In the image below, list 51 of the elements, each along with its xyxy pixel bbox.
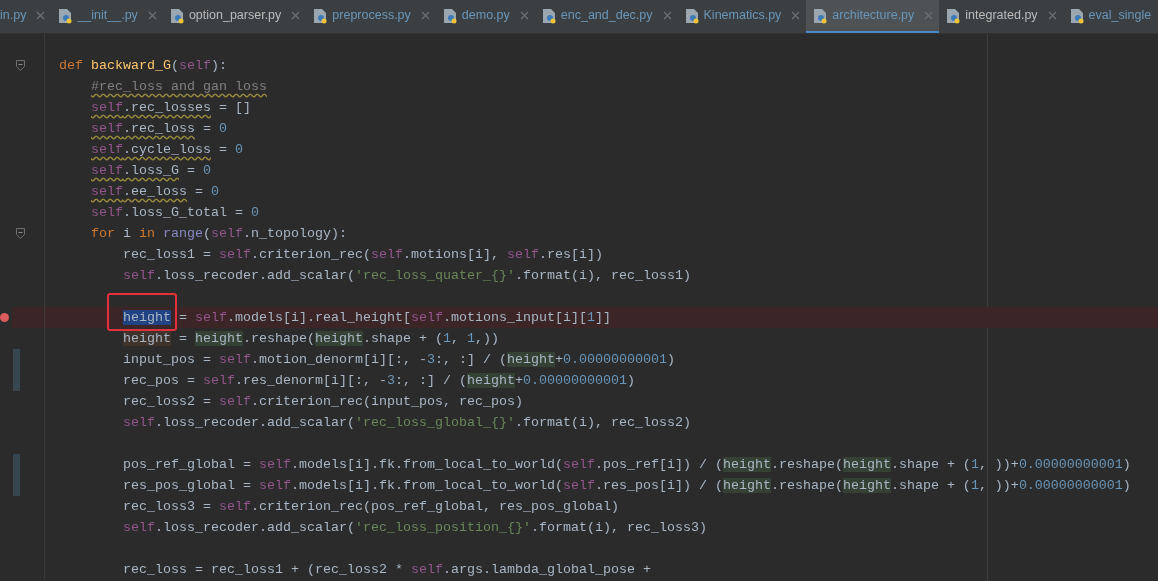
code-line: rec_loss2 = self.criterion_rec(input_pos, rec_pos) [123,394,523,409]
file-tab[interactable]: architecture.py [806,0,940,33]
file-tab[interactable]: integrated.py [939,0,1063,33]
code-line: self.loss_recoder.add_scalar('rec_loss_position_{}'.format(i), rec_loss3) [123,520,707,535]
python-file-icon [683,7,700,24]
code-line: self.cycle_loss = 0 [91,142,243,157]
file-tab[interactable]: __init__.py [51,0,163,33]
code-line: input_pos = self.motion_denorm[i][:, -3:, :] / (height+0.00000000001) [123,352,675,367]
code-line: rec_pos = self.res_denorm[i][:, -3:, :] / (height+0.00000000001) [123,373,635,388]
code-line: self.rec_losses = [] [91,100,251,115]
close-icon [519,11,529,20]
python-file-icon [312,7,329,24]
python-file-icon [540,7,557,24]
close-icon [36,11,46,20]
code-line: self.rec_loss = 0 [91,121,227,136]
close-icon [662,11,672,20]
file-tab[interactable]: Kinematics.py [677,0,807,33]
file-tab[interactable]: in.py [0,0,52,33]
code-line: #rec_loss and gan loss [91,79,267,94]
code-line: pos_ref_global = self.models[i].fk.from_local_to_world(self.pos_ref[i]) / (height.reshape(height.shape + (1, ))+0.00000000001) [123,457,1131,472]
python-file-icon [812,7,829,24]
code-line: self.loss_G = 0 [91,163,211,178]
code-line: rec_loss1 = self.criterion_rec(self.motions[i], self.res[i]) [123,247,603,262]
close-icon [791,11,801,20]
file-tab[interactable]: demo.py [435,0,535,33]
file-tab[interactable]: enc_and_dec.py [534,0,678,33]
file-tab[interactable]: option_parser.py [162,0,307,33]
python-file-icon [441,7,458,24]
close-icon [147,11,157,20]
code-line: self.loss_recoder.add_scalar('rec_loss_quater_{}'.format(i), rec_loss1) [123,268,691,283]
code-line: rec_loss3 = self.criterion_rec(pos_ref_global, res_pos_global) [123,499,619,514]
code-line: rec_loss = rec_loss1 + (rec_loss2 * self.args.lambda_global_pose + [123,562,651,577]
code-line: res_pos_global = self.models[i].fk.from_local_to_world(self.res_pos[i]) / (height.reshape(height.shape + (1, ))+0.00000000001) [123,478,1131,493]
file-tab[interactable]: preprocess.py [306,0,436,33]
python-file-icon [945,7,962,24]
close-icon [1047,11,1057,20]
code-line: height = self.models[i].real_height[self.motions_input[i][1]] [123,310,611,325]
code-line: for i in range(self.n_topology): [91,226,347,241]
file-tab[interactable]: eval_single [1062,0,1158,33]
breakpoint-dot[interactable] [0,313,9,322]
close-icon [924,11,934,20]
python-file-icon [57,7,74,24]
close-icon [291,11,301,20]
code-line: self.loss_G_total = 0 [91,205,259,220]
python-file-icon [1068,7,1085,24]
code-line: height = height.reshape(height.shape + (1, 1,)) [123,331,499,346]
code-line: self.ee_loss = 0 [91,184,219,199]
close-icon [420,11,430,20]
python-file-icon [168,7,185,24]
code-line: self.loss_recoder.add_scalar('rec_loss_global_{}'.format(i), rec_loss2) [123,415,691,430]
code-line: def backward_G(self): [59,58,227,73]
